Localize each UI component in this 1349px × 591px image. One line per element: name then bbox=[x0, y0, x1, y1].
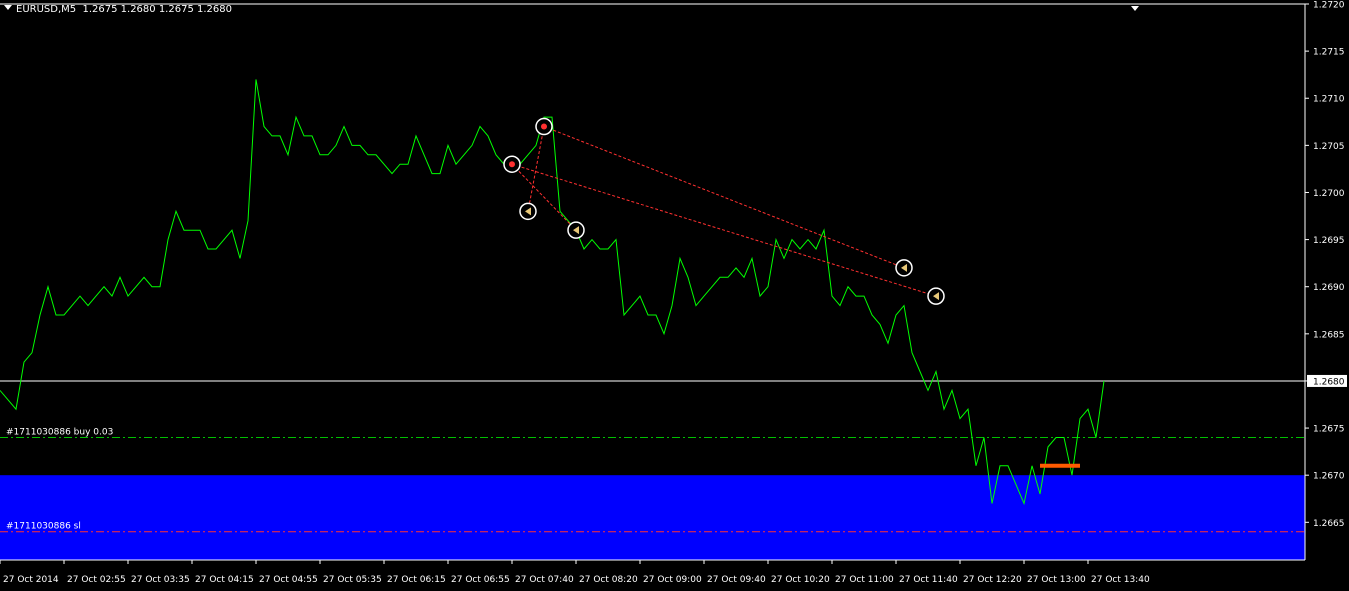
ohlc-values: 1.2675 1.2680 1.2675 1.2680 bbox=[82, 4, 232, 15]
price-chart[interactable]: #1711030886 buy 0.03 #1711030886 sl 1.2720… bbox=[0, 0, 1349, 587]
y-tick-label: 1.2720 bbox=[1313, 1, 1345, 11]
y-tick-label: 1.2715 bbox=[1313, 48, 1345, 58]
trade-open-arrow-icon bbox=[541, 124, 547, 130]
y-tick-label: 1.2680 bbox=[1313, 377, 1345, 387]
dropdown-triangle-icon[interactable] bbox=[4, 5, 12, 10]
trade-line[interactable] bbox=[528, 127, 544, 212]
y-tick-label: 1.2670 bbox=[1313, 472, 1345, 482]
buy-order-label: #1711030886 buy 0.03 bbox=[6, 427, 113, 437]
chart-canvas[interactable]: #1711030886 buy 0.03 #1711030886 sl 1.2720… bbox=[0, 0, 1349, 587]
y-tick-label: 1.2665 bbox=[1313, 519, 1345, 529]
y-tick-label: 1.2695 bbox=[1313, 236, 1345, 246]
symbol-timeframe: EURUSD,M5 bbox=[16, 4, 76, 15]
x-tick-label: 27 Oct 06:15 bbox=[387, 575, 446, 585]
x-tick-label: 27 Oct 09:40 bbox=[707, 575, 766, 585]
x-tick-label: 27 Oct 04:55 bbox=[259, 575, 318, 585]
x-tick-label: 27 Oct 05:35 bbox=[323, 575, 382, 585]
y-tick-label: 1.2690 bbox=[1313, 283, 1345, 293]
x-tick-label: 27 Oct 13:40 bbox=[1091, 575, 1150, 585]
x-tick-label: 27 Oct 08:20 bbox=[579, 575, 638, 585]
x-tick-label: 27 Oct 11:00 bbox=[835, 575, 894, 585]
x-tick-label: 27 Oct 07:40 bbox=[515, 575, 574, 585]
x-tick-label: 27 Oct 11:40 bbox=[899, 575, 958, 585]
x-tick-label: 27 Oct 04:15 bbox=[195, 575, 254, 585]
x-tick-label: 27 Oct 10:20 bbox=[771, 575, 830, 585]
y-tick-label: 1.2705 bbox=[1313, 142, 1345, 152]
trade-line[interactable] bbox=[512, 164, 576, 230]
y-tick-label: 1.2710 bbox=[1313, 95, 1345, 105]
sl-zone bbox=[0, 475, 1305, 560]
chart-shift-icon[interactable] bbox=[1131, 6, 1139, 11]
y-tick-label: 1.2700 bbox=[1313, 189, 1345, 199]
chart-title: EURUSD,M5 1.2675 1.2680 1.2675 1.2680 bbox=[4, 4, 232, 16]
x-tick-label: 27 Oct 02:55 bbox=[67, 575, 126, 585]
x-tick-label: 27 Oct 2014 bbox=[3, 575, 59, 585]
x-tick-label: 27 Oct 12:20 bbox=[963, 575, 1022, 585]
y-tick-label: 1.2675 bbox=[1313, 425, 1345, 435]
x-tick-label: 27 Oct 13:00 bbox=[1027, 575, 1086, 585]
x-tick-label: 27 Oct 03:35 bbox=[131, 575, 190, 585]
trade-open-arrow-icon bbox=[509, 161, 515, 167]
stop-loss-label: #1711030886 sl bbox=[6, 522, 81, 532]
y-tick-label: 1.2685 bbox=[1313, 330, 1345, 340]
x-tick-label: 27 Oct 06:55 bbox=[451, 575, 510, 585]
x-tick-label: 27 Oct 09:00 bbox=[643, 575, 702, 585]
